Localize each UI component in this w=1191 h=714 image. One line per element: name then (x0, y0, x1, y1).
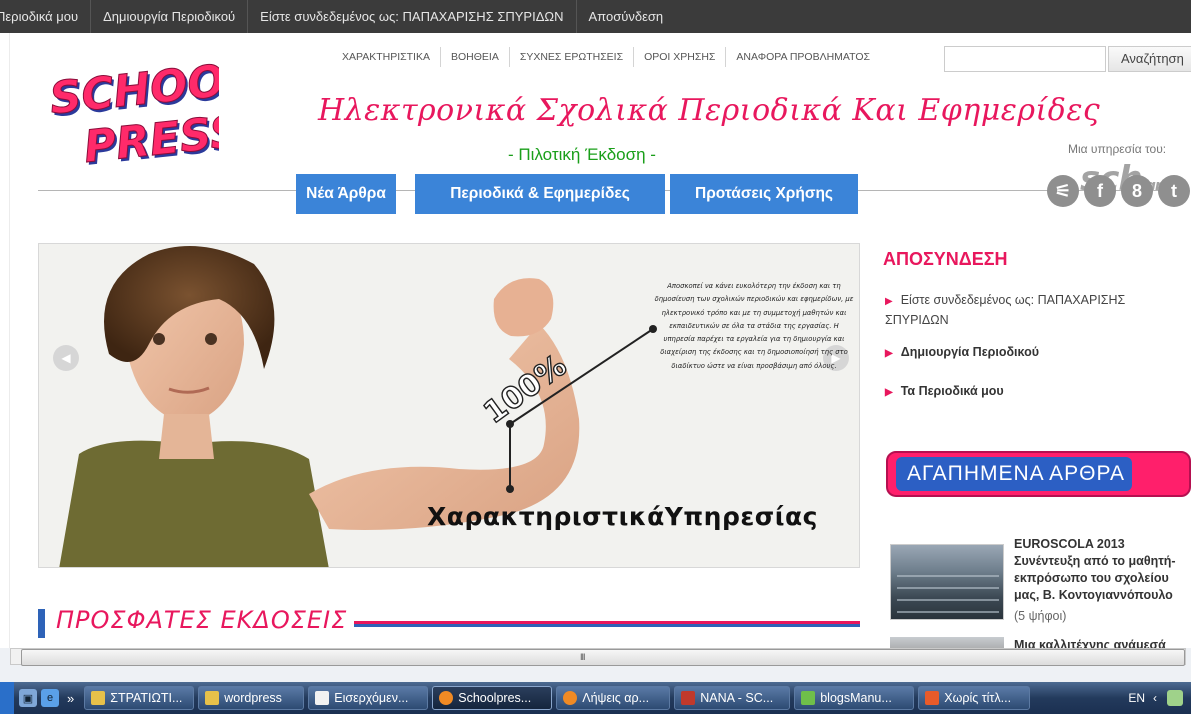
nav-link-features[interactable]: ΧΑΡΑΚΤΗΡΙΣΤΙΚΑ (332, 47, 441, 67)
google-plus-icon[interactable]: 8 (1121, 175, 1153, 207)
recent-section-rule (354, 621, 860, 627)
firefox-icon (563, 691, 578, 705)
topbar-create-magazine-link[interactable]: Δημιουργία Περιοδικού (91, 0, 249, 33)
thumb-row (897, 587, 999, 589)
list-icon (801, 691, 816, 705)
rss-icon[interactable]: ⚟ (1047, 175, 1079, 207)
mainnav-magazines-newspapers[interactable]: Περιοδικά & Εφημερίδες (415, 174, 665, 214)
windows-taskbar: ▣ e » ΣΤΡΑΤΙΩΤΙ... wordpress Εισερχόμεν.… (0, 682, 1191, 714)
mainnav-new-articles[interactable]: Νέα Άρθρα (296, 174, 396, 214)
sidebar-logged-in-text: Είστε συνδεδεμένος ως: ΠΑΠΑΧΑΡΙΣΗΣ ΣΠΥΡΙ… (885, 293, 1126, 327)
top-admin-bar: Περιοδικά μου Δημιουργία Περιοδικού Είστ… (0, 0, 1191, 33)
paint-icon (925, 691, 940, 705)
sidebar-create-magazine-link[interactable]: ▶ Δημιουργία Περιοδικού (885, 343, 1039, 363)
topbar-logged-in-as[interactable]: Είστε συνδεδεμένος ως: ΠΑΠΑΧΑΡΙΣΗΣ ΣΠΥΡΙ… (248, 0, 577, 33)
slider-prev-button[interactable]: ◀ (53, 345, 79, 371)
filezilla-icon (681, 691, 696, 705)
folder-icon (205, 691, 220, 705)
tray-expand-icon[interactable]: ‹ (1153, 691, 1157, 705)
firefox-icon (439, 691, 454, 705)
article-thumbnail-2[interactable] (890, 637, 1004, 648)
schoolpress-logo[interactable]: SCHOOL SCHOOL PRESS PRESS (44, 55, 219, 175)
system-tray: EN ‹ (1128, 690, 1191, 706)
mainnav-usage-proposals[interactable]: Προτάσεις Χρήσης (670, 174, 858, 214)
start-button[interactable] (0, 682, 14, 714)
left-rail (0, 33, 10, 648)
ie-icon[interactable]: e (41, 689, 59, 707)
slide-description: Αποσκοπεί να κάνει ευκολότερη την έκδοση… (654, 282, 854, 370)
site-subtitle: - Πιλοτική Έκδοση - (508, 145, 656, 164)
bullet-triangle-icon: ▶ (885, 348, 893, 359)
sidebar-logout-title: ΑΠΟΣΥΝΔΕΣΗ (883, 249, 1008, 269)
recent-section-marker (38, 609, 45, 638)
taskbar-button-7[interactable]: blogsManu... (794, 686, 915, 710)
taskbar-label-5: Λήψεις αρ... (582, 691, 650, 705)
thumb-row (897, 599, 999, 601)
article-title-link-2[interactable]: Μια καλλιτέχνης ανάμεσά (1014, 638, 1166, 648)
sidebar-my-magazines-text: Τα Περιοδικά μου (900, 384, 1004, 398)
slide-caption: ΧαρακτηριστικάΥπηρεσίας (427, 502, 818, 531)
taskbar-button-5[interactable]: Λήψεις αρ... (556, 686, 671, 710)
page-content: ΧΑΡΑΚΤΗΡΙΣΤΙΚΑ ΒΟΗΘΕΙΑ ΣΥΧΝΕΣ ΕΡΩΤΗΣΕΙΣ … (0, 33, 1191, 648)
taskbar-label-8: Χωρίς τίτλ... (944, 691, 1012, 705)
sidebar-my-magazines-link[interactable]: ▶ Τα Περιοδικά μου (885, 382, 1004, 402)
search-input[interactable] (944, 46, 1106, 72)
recent-issues-title: ΠΡΟΣΦΑΤΕΣ ΕΚΔΟΣΕΙΣ (56, 606, 348, 634)
twitter-icon[interactable]: t (1158, 175, 1190, 207)
service-label: Μια υπηρεσία του: (1068, 142, 1167, 156)
quicklaunch-more-icon[interactable]: » (67, 691, 74, 706)
social-icons: ⚟ f 8 t (1047, 175, 1190, 207)
favorite-articles-banner: ΑΓΑΠΗΜΕΝΑ ΑΡΘΡΑ (886, 451, 1191, 497)
article-votes: (5 ψήφοι) (1014, 609, 1067, 623)
facebook-icon[interactable]: f (1084, 175, 1116, 207)
sidebar-create-magazine-text: Δημιουργία Περιοδικού (900, 345, 1039, 359)
scrollbar-thumb[interactable]: III (21, 649, 1185, 666)
topbar-my-magazines-link[interactable]: Περιοδικά μου (0, 0, 92, 33)
taskbar-label-3: Εισερχόμεν... (334, 691, 409, 705)
nav-link-report-problem[interactable]: ΑΝΑΦΟΡΑ ΠΡΟΒΛΗΜΑΤΟΣ (726, 47, 880, 67)
search-button[interactable]: Αναζήτηση (1108, 46, 1191, 72)
show-desktop-icon[interactable]: ▣ (19, 689, 37, 707)
language-indicator[interactable]: EN (1128, 691, 1145, 705)
nav-link-help[interactable]: ΒΟΗΘΕΙΑ (441, 47, 510, 67)
site-title: Ηλεκτρονικά Σχολικά Περιοδικά Και Εφημερ… (318, 93, 1101, 128)
horizontal-scrollbar[interactable]: III (0, 648, 1191, 682)
bullet-triangle-icon: ▶ (885, 296, 893, 307)
sidebar-logged-in-as[interactable]: ▶ Είστε συνδεδεμένος ως: ΠΑΠΑΧΑΡΙΣΗΣ ΣΠΥΡ… (885, 291, 1175, 329)
folder-icon (91, 691, 106, 705)
scrollbar-grip: III (580, 652, 585, 662)
nav-link-terms[interactable]: ΟΡΟΙ ΧΡΗΣΗΣ (634, 47, 727, 67)
taskbar-button-2[interactable]: wordpress (198, 686, 305, 710)
header-nav-links: ΧΑΡΑΚΤΗΡΙΣΤΙΚΑ ΒΟΗΘΕΙΑ ΣΥΧΝΕΣ ΕΡΩΤΗΣΕΙΣ … (332, 47, 880, 67)
tray-app-icon[interactable] (1167, 690, 1183, 706)
mail-icon (315, 691, 330, 705)
bullet-triangle-icon: ▶ (885, 387, 893, 398)
taskbar-label-2: wordpress (224, 691, 282, 705)
taskbar-button-6[interactable]: NANA - SC... (674, 686, 791, 710)
scrollbar-track[interactable]: III (10, 648, 1186, 666)
taskbar-label-4: Schoolpres... (458, 691, 532, 705)
taskbar-label-1: ΣΤΡΑΤΙΩΤΙ... (110, 691, 183, 705)
taskbar-label-7: blogsManu... (820, 691, 892, 705)
taskbar-button-8[interactable]: Χωρίς τίτλ... (918, 686, 1031, 710)
taskbar-button-1[interactable]: ΣΤΡΑΤΙΩΤΙ... (84, 686, 195, 710)
article-thumbnail[interactable] (890, 544, 1004, 620)
taskbar-button-4[interactable]: Schoolpres... (432, 686, 553, 710)
nav-link-faq[interactable]: ΣΥΧΝΕΣ ΕΡΩΤΗΣΕΙΣ (510, 47, 635, 67)
hero-slider[interactable]: ◀ ▶ 100% Αποσκοπεί να κάνει ευκολότερη τ… (38, 243, 860, 568)
thumb-row (897, 575, 999, 577)
thumb-row (897, 611, 999, 613)
topbar-logout-link[interactable]: Αποσύνδεση (577, 0, 676, 33)
article-title-link[interactable]: EUROSCOLA 2013 Συνέντευξη από το μαθητή-… (1014, 536, 1184, 604)
taskbar-button-3[interactable]: Εισερχόμεν... (308, 686, 429, 710)
favorite-articles-title: ΑΓΑΠΗΜΕΝΑ ΑΡΘΡΑ (896, 457, 1132, 491)
taskbar-label-6: NANA - SC... (700, 691, 774, 705)
